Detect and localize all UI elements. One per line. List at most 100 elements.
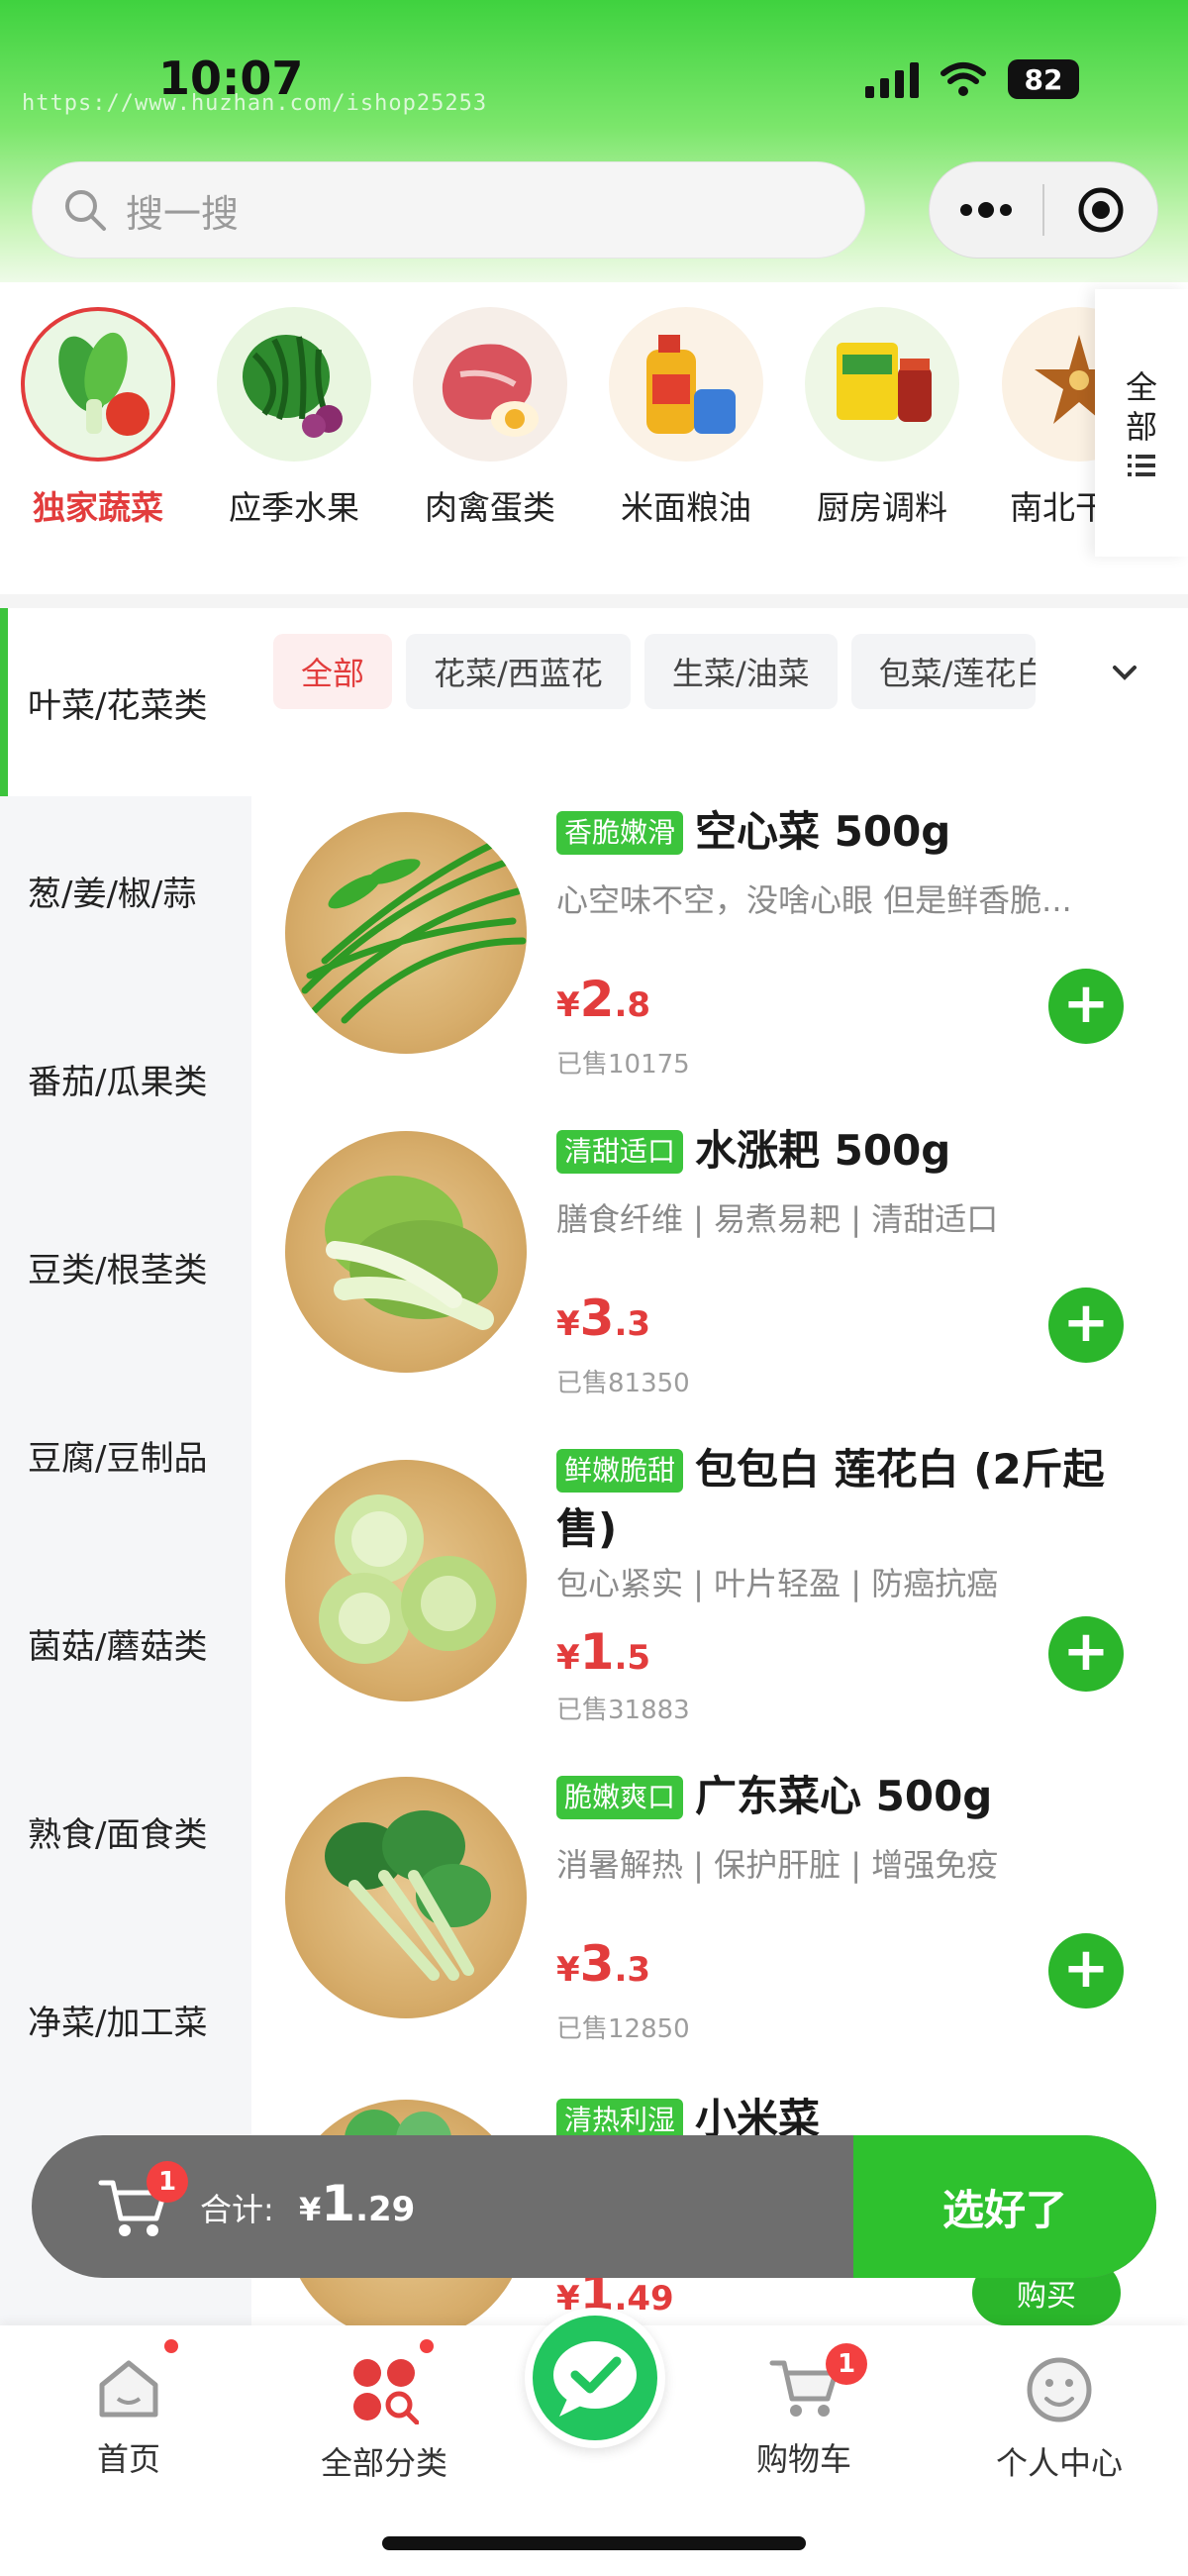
product-item[interactable]: 清甜适口 水涨耙 500g 膳食纤维 | 易煮易耙 | 清甜适口 ¥3.3 已售8… bbox=[267, 1121, 1138, 1436]
add-to-cart-button[interactable]: + bbox=[1048, 1288, 1124, 1363]
category-label: 米面粮油 bbox=[621, 488, 751, 527]
product-sold: 已售12850 bbox=[556, 2014, 690, 2044]
search-icon bbox=[65, 190, 106, 231]
tab-cabbage[interactable]: 包菜/莲花白 bbox=[850, 634, 1036, 709]
tab-cart[interactable]: 购物车 bbox=[705, 2355, 903, 2480]
total-int: 1 bbox=[321, 2175, 356, 2232]
miniprogram-capsule bbox=[929, 161, 1158, 258]
tab-label: 全部分类 bbox=[320, 2444, 447, 2482]
product-image bbox=[285, 1777, 527, 2018]
cart-summary-bar: 1 合计: ¥1.29 选好了 bbox=[32, 2135, 1156, 2278]
sidebar-item-label: 净菜/加工菜 bbox=[28, 2003, 208, 2043]
price-int: 2 bbox=[579, 971, 615, 1028]
product-image bbox=[285, 812, 527, 1054]
price-dec: .3 bbox=[614, 1304, 651, 1344]
all-line2: 部 bbox=[1125, 408, 1157, 446]
currency: ¥ bbox=[556, 1638, 580, 1678]
seasoning-icon bbox=[805, 307, 959, 462]
sidebar-item-onion[interactable]: 葱/姜/椒/蒜 bbox=[0, 796, 251, 984]
product-name: 水涨耙 500g bbox=[695, 1126, 951, 1175]
vegetable-icon bbox=[21, 307, 175, 462]
price-int: 1 bbox=[579, 1623, 615, 1681]
product-title: 鲜嫩脆甜 包包白 莲花白 (2斤起售) bbox=[556, 1440, 1121, 1559]
notification-dot bbox=[420, 2339, 434, 2353]
more-dots-icon bbox=[960, 202, 1012, 218]
price-dec: .8 bbox=[614, 985, 651, 1025]
total-dec: .29 bbox=[355, 2190, 416, 2229]
product-name: 广东菜心 500g bbox=[695, 1772, 993, 1820]
sidebar-item-tomato[interactable]: 番茄/瓜果类 bbox=[0, 984, 251, 1173]
close-miniprogram-button[interactable] bbox=[1044, 162, 1157, 258]
tab-label: 购物车 bbox=[755, 2440, 851, 2478]
sidebar-item-label: 叶菜/花菜类 bbox=[28, 685, 208, 726]
tab-cauliflower[interactable]: 花菜/西蓝花 bbox=[406, 634, 631, 709]
cart-count-badge: 1 bbox=[147, 2161, 188, 2203]
product-desc: 包心紧实 | 叶片轻盈 | 防癌抗癌 bbox=[556, 1565, 999, 1602]
total-value: ¥1.29 bbox=[299, 2175, 415, 2232]
product-desc: 消暑解热 | 保护肝脏 | 增强免疫 bbox=[556, 1846, 999, 1884]
sidebar-item-prepared[interactable]: 净菜/加工菜 bbox=[0, 1925, 251, 2113]
tab-lettuce[interactable]: 生菜/油菜 bbox=[644, 634, 838, 709]
tab-profile[interactable]: 个人中心 bbox=[960, 2355, 1158, 2484]
product-image bbox=[285, 1131, 527, 1373]
category-label: 独家蔬菜 bbox=[33, 488, 163, 527]
section-divider bbox=[0, 594, 1188, 608]
wechat-chat-button[interactable] bbox=[525, 2308, 665, 2448]
sidebar-item-mushroom[interactable]: 菌菇/蘑菇类 bbox=[0, 1549, 251, 1737]
price-dec: .5 bbox=[614, 1638, 651, 1678]
category-vegetables[interactable]: 独家蔬菜 bbox=[4, 307, 192, 529]
all-categories-button[interactable]: 全 部 bbox=[1095, 289, 1188, 557]
category-meat-eggs[interactable]: 肉禽蛋类 bbox=[396, 307, 584, 529]
oil-rice-icon bbox=[609, 307, 763, 462]
chevron-down-icon[interactable] bbox=[1107, 656, 1142, 691]
confirm-selection-button[interactable]: 选好了 bbox=[853, 2135, 1156, 2278]
add-to-cart-button[interactable]: + bbox=[1048, 1933, 1124, 2009]
signal-icon bbox=[865, 60, 919, 98]
tab-all[interactable]: 全部 bbox=[273, 634, 393, 709]
add-to-cart-button[interactable]: + bbox=[1048, 1616, 1124, 1692]
product-item[interactable]: 香脆嫩滑 空心菜 500g 心空味不空，没啥心眼 但是鲜香脆... ¥2.8 已售… bbox=[267, 802, 1138, 1117]
product-tag: 脆嫩爽口 bbox=[556, 1776, 684, 1819]
price-dec: .3 bbox=[614, 1950, 651, 1990]
meat-egg-icon bbox=[413, 307, 567, 462]
wechat-chat-icon bbox=[553, 2341, 637, 2417]
sidebar-item-tofu[interactable]: 豆腐/豆制品 bbox=[0, 1361, 251, 1549]
price-int: 3 bbox=[579, 1935, 615, 1993]
battery-icon: 82 bbox=[1008, 59, 1079, 99]
total-label: 合计: bbox=[200, 2191, 274, 2228]
product-item[interactable]: 鲜嫩脆甜 包包白 莲花白 (2斤起售) 包心紧实 | 叶片轻盈 | 防癌抗癌 ¥1… bbox=[267, 1440, 1138, 1757]
tab-home[interactable]: 首页 bbox=[30, 2355, 228, 2480]
product-title: 香脆嫩滑 空心菜 500g bbox=[556, 802, 1121, 862]
product-tag: 鲜嫩脆甜 bbox=[556, 1449, 684, 1493]
product-image bbox=[285, 1460, 527, 1701]
more-button[interactable] bbox=[930, 162, 1042, 258]
product-sold: 已售31883 bbox=[556, 1696, 690, 1725]
category-seasoning[interactable]: 厨房调料 bbox=[788, 307, 976, 529]
tab-categories[interactable]: 全部分类 bbox=[285, 2355, 483, 2484]
sidebar-item-beans[interactable]: 豆类/根茎类 bbox=[0, 1173, 251, 1361]
cart-tab-badge: 1 bbox=[826, 2343, 867, 2385]
category-grain-oil[interactable]: 米面粮油 bbox=[592, 307, 780, 529]
tab-label: 个人中心 bbox=[995, 2444, 1123, 2482]
home-indicator bbox=[382, 2536, 806, 2550]
add-to-cart-button[interactable]: + bbox=[1048, 969, 1124, 1044]
target-icon bbox=[1078, 187, 1124, 233]
search-input[interactable]: 搜一搜 bbox=[32, 161, 865, 258]
sidebar-item-leafy[interactable]: 叶菜/花菜类 bbox=[0, 608, 251, 796]
product-sold: 已售10175 bbox=[556, 1050, 690, 1080]
category-fruits[interactable]: 应季水果 bbox=[200, 307, 388, 529]
product-item[interactable]: 脆嫩爽口 广东菜心 500g 消暑解热 | 保护肝脏 | 增强免疫 ¥3.3 已售… bbox=[267, 1767, 1138, 2082]
status-icons: 82 bbox=[865, 59, 1079, 99]
sidebar-item-label: 豆类/根茎类 bbox=[28, 1250, 208, 1290]
price-int: 3 bbox=[579, 1289, 615, 1347]
product-name: 空心菜 500g bbox=[695, 807, 951, 856]
tab-label: 首页 bbox=[96, 2440, 160, 2478]
product-title: 脆嫩爽口 广东菜心 500g bbox=[556, 1767, 1121, 1826]
sidebar-item-cooked[interactable]: 熟食/面食类 bbox=[0, 1737, 251, 1925]
wifi-icon bbox=[940, 62, 986, 96]
subcategory-tabs: 全部 花菜/西蓝花 生菜/油菜 包菜/莲花白 bbox=[273, 634, 1036, 709]
sidebar-item-label: 豆腐/豆制品 bbox=[28, 1438, 208, 1479]
category-dried-goods[interactable]: 南北干 bbox=[984, 307, 1103, 529]
product-price: ¥3.3 bbox=[556, 1935, 650, 1993]
home-icon bbox=[99, 2360, 158, 2418]
